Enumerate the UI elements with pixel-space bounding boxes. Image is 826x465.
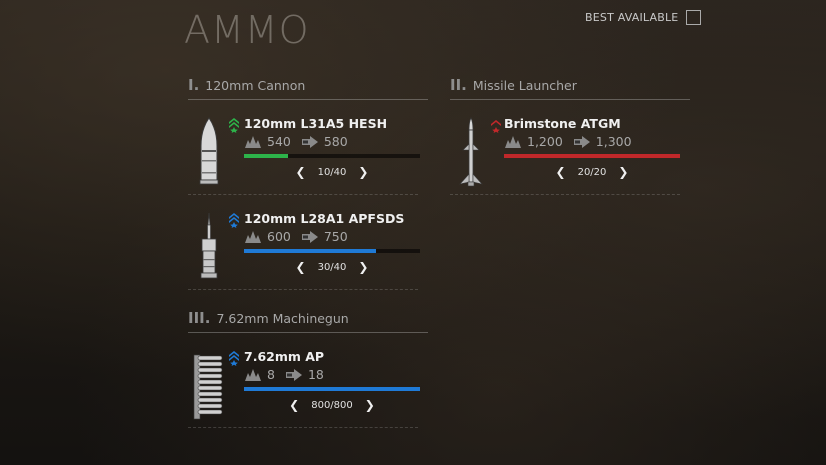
penetration-icon (285, 368, 302, 381)
ammo-bar-fill (244, 249, 376, 253)
ammo-bar-fill (504, 154, 680, 158)
ammo-bar-fill (244, 387, 420, 391)
damage-value: 8 (267, 367, 275, 382)
decrease-arrow-icon[interactable]: ❮ (296, 261, 306, 273)
damage-value: 540 (267, 134, 291, 149)
best-available-label: BEST AVAILABLE (585, 11, 679, 24)
ammo-count: 10/40 (317, 166, 347, 178)
ammo-item-hesh[interactable]: 120mm L31A5 HESH 540 580 ❮ 10/40 ❯ (188, 100, 420, 195)
ammo-bar (244, 249, 420, 253)
ammo-count: 30/40 (317, 261, 347, 273)
ammo-bar-fill (244, 154, 288, 158)
ammo-belt-icon (193, 354, 223, 420)
section-numeral: I. (188, 76, 200, 94)
ammo-item-brimstone[interactable]: Brimstone ATGM 1,200 1,300 ❮ 20/20 ❯ (450, 100, 680, 195)
decrease-arrow-icon[interactable]: ❮ (289, 399, 299, 411)
damage-icon (245, 368, 261, 381)
ammo-name: 120mm L28A1 APFSDS (244, 211, 405, 226)
ammo-bar (244, 154, 420, 158)
increase-arrow-icon[interactable]: ❯ (618, 166, 628, 178)
ammo-stats: 1,200 1,300 (504, 134, 632, 149)
section-name: Missile Launcher (472, 78, 577, 93)
damage-value: 1,200 (527, 134, 563, 149)
penetration-value: 580 (323, 134, 348, 149)
ammo-count-selector: ❮ 20/20 ❯ (504, 166, 680, 178)
ammo-item-apfsds[interactable]: 120mm L28A1 APFSDS 600 750 ❮ 30/40 ❯ (188, 195, 420, 290)
blue-double-chevron-star-icon (229, 351, 239, 366)
penetration-icon (573, 135, 590, 148)
damage-value: 600 (267, 229, 291, 244)
ammo-name: 7.62mm AP (244, 349, 325, 364)
penetration-value: 18 (307, 367, 324, 382)
best-available-toggle[interactable]: BEST AVAILABLE (585, 10, 702, 25)
increase-arrow-icon[interactable]: ❯ (358, 261, 368, 273)
ammo-stats: 540 580 (244, 134, 348, 149)
penetration-value: 750 (323, 229, 348, 244)
damage-icon (245, 135, 261, 148)
red-chevron-star-icon (491, 120, 501, 133)
section-header-machinegun: III. 7.62mm Machinegun (188, 309, 428, 333)
section-header-120mm-cannon: I. 120mm Cannon (188, 76, 428, 100)
ammo-count-selector: ❮ 10/40 ❯ (244, 166, 420, 178)
blue-double-chevron-star-icon (229, 213, 239, 228)
section-numeral: II. (450, 76, 467, 94)
ammo-item-762-ap[interactable]: 7.62mm AP 8 18 ❮ 800/800 ❯ (188, 333, 420, 428)
ammo-count: 800/800 (311, 399, 353, 411)
apfsds-shell-icon (200, 212, 218, 279)
page-title: AMMO (184, 8, 310, 52)
green-double-chevron-star-icon (229, 118, 239, 133)
ammo-name: 120mm L31A5 HESH (244, 116, 388, 131)
ammo-bar (504, 154, 680, 158)
penetration-icon (301, 230, 318, 243)
ammo-bar (244, 387, 420, 391)
penetration-icon (301, 135, 318, 148)
decrease-arrow-icon[interactable]: ❮ (296, 166, 306, 178)
section-name: 7.62mm Machinegun (216, 311, 349, 326)
penetration-value: 1,300 (595, 134, 632, 149)
damage-icon (505, 135, 521, 148)
decrease-arrow-icon[interactable]: ❮ (556, 166, 566, 178)
ammo-stats: 8 18 (244, 367, 324, 382)
ammo-name: Brimstone ATGM (504, 116, 621, 131)
missile-icon (459, 117, 483, 187)
ammo-count: 20/20 (577, 166, 607, 178)
ammo-count-selector: ❮ 30/40 ❯ (244, 261, 420, 273)
damage-icon (245, 230, 261, 243)
ammo-stats: 600 750 (244, 229, 348, 244)
section-name: 120mm Cannon (205, 78, 306, 93)
best-available-checkbox[interactable] (686, 10, 702, 25)
section-header-missile-launcher: II. Missile Launcher (450, 76, 690, 100)
increase-arrow-icon[interactable]: ❯ (358, 166, 368, 178)
increase-arrow-icon[interactable]: ❯ (365, 399, 375, 411)
hesh-shell-icon (199, 117, 219, 185)
ammo-count-selector: ❮ 800/800 ❯ (244, 399, 420, 411)
section-numeral: III. (188, 309, 211, 327)
